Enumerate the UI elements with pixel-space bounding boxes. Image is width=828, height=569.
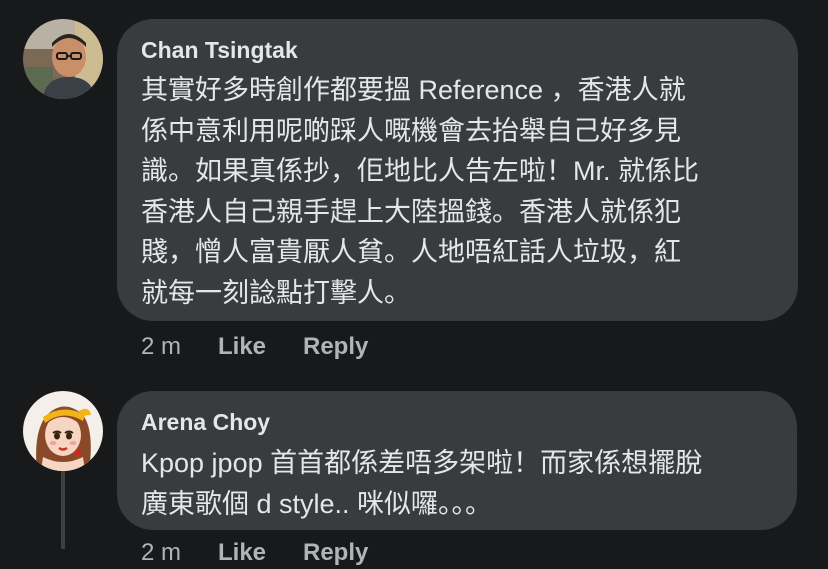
comment-actions: 2 m Like Reply — [0, 539, 828, 569]
comment-text-line: 香港人自己親手趕上大陸搵錢。香港人就係犯 — [141, 196, 681, 227]
avatar-chan-tsingtak[interactable] — [23, 19, 103, 99]
comment-author[interactable]: Chan Tsingtak — [141, 37, 298, 64]
reply-button[interactable]: Reply — [303, 539, 368, 567]
comment-text-line: 賤，憎人富貴厭人貧。人地唔紅話人垃圾，紅 — [141, 237, 681, 267]
comment-timestamp[interactable]: 2 m — [141, 333, 181, 361]
comment-timestamp[interactable]: 2 m — [141, 539, 181, 567]
cartoon-girl-avatar-icon — [23, 391, 103, 471]
person-photo-icon — [23, 19, 103, 99]
comment-actions: 2 m Like Reply — [0, 333, 828, 363]
reply-button[interactable]: Reply — [303, 333, 368, 361]
comment-text-line: 識。如果真係抄，佢地比人告左啦！Mr. 就係比 — [141, 156, 699, 186]
like-button[interactable]: Like — [218, 539, 266, 567]
thread-line — [61, 470, 65, 549]
comment-text-line: 廣東歌個 d style.. 咪似囉。。。 — [141, 488, 493, 519]
comment-text-line: 就每一刻諗點打擊人。 — [141, 277, 411, 308]
comment-text: 其實好多時創作都要搵 Reference ，香港人就 係中意利用呢啲踩人嘅機會去… — [141, 70, 699, 313]
comment-text-line: 係中意利用呢啲踩人嘅機會去抬舉自己好多見 — [141, 115, 681, 146]
like-button[interactable]: Like — [218, 333, 266, 361]
comment-text: Kpop jpop 首首都係差唔多架啦！而家係想擺脫 廣東歌個 d style.… — [141, 443, 702, 524]
comment-author[interactable]: Arena Choy — [141, 409, 270, 436]
comment-text-line: 其實好多時創作都要搵 Reference ，香港人就 — [141, 75, 686, 105]
avatar-arena-choy[interactable] — [23, 391, 103, 471]
comment-text-line: Kpop jpop 首首都係差唔多架啦！而家係想擺脫 — [141, 448, 703, 478]
